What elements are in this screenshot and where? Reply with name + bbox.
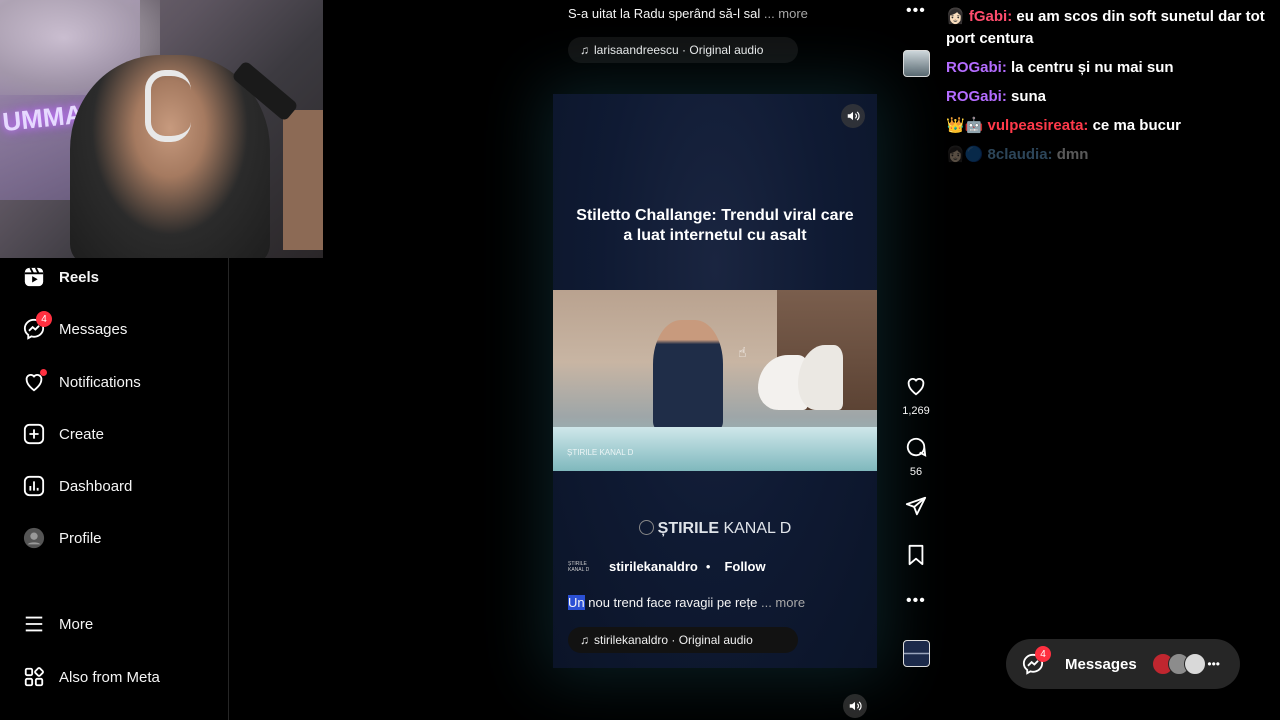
chat-message: ROGabi: la centru și nu mai sun	[946, 57, 1280, 79]
sidebar-item-label: Also from Meta	[59, 668, 160, 686]
speaker-icon[interactable]	[841, 104, 865, 128]
sidebar-item-also-from-meta[interactable]: Also from Meta	[22, 664, 160, 690]
chat-text: ce ma bucur	[1092, 117, 1181, 134]
send-icon[interactable]	[905, 495, 927, 522]
chat-text: suna	[1011, 88, 1047, 105]
music-note-icon: ♫	[580, 633, 589, 647]
sidebar-item-notifications[interactable]: Notifications	[22, 369, 141, 395]
speaker-icon[interactable]	[843, 694, 867, 718]
heart-icon	[22, 369, 47, 394]
comment-icon[interactable]	[905, 436, 927, 463]
reel-scene: ȘTIRILE KANAL D	[553, 290, 877, 471]
stream-chat: 👩🏻 fGabi: eu am scos din soft sunetul da…	[946, 6, 1280, 173]
music-note-icon: ♫	[580, 43, 589, 57]
chat-username: ROGabi:	[946, 59, 1007, 76]
sidebar-item-label: Profile	[59, 529, 102, 547]
reel-caption: Un nou trend face ravagii pe rețe ... mo…	[568, 595, 806, 610]
more-link[interactable]: ... more	[761, 595, 805, 610]
recent-contacts	[1152, 653, 1206, 675]
contact-avatar	[1184, 653, 1206, 675]
sidebar-item-messages[interactable]: 4 Messages	[22, 311, 128, 342]
channel-logo: ȘTIRILE KANAL D	[553, 520, 877, 538]
messenger-icon: 4	[1021, 646, 1051, 676]
messages-badge: 4	[36, 311, 52, 327]
like-action[interactable]: 1,269	[900, 375, 932, 417]
messages-label: Messages	[1065, 655, 1137, 673]
chat-username: fGabi:	[968, 8, 1013, 25]
follow-button[interactable]: Follow	[718, 556, 771, 577]
more-link[interactable]: ... more	[764, 6, 808, 21]
reels-icon	[22, 265, 46, 289]
sidebar-item-label: Create	[59, 425, 105, 443]
share-action[interactable]	[900, 495, 932, 522]
sidebar-item-label: Dashboard	[59, 477, 133, 495]
reel-account: ȘTIRILE KANAL D stirilekanaldro • Follow	[568, 556, 772, 577]
sidebar-item-more[interactable]: More	[22, 611, 93, 637]
options-icon[interactable]: •••	[906, 592, 926, 610]
previous-post-caption: S-a uitat la Radu sperând să-l sal ... m…	[568, 6, 808, 21]
sidebar-item-label: Messages	[59, 320, 128, 338]
channel-bug: ȘTIRILE KANAL D	[567, 448, 634, 457]
mouse-cursor-icon: ☝	[738, 344, 747, 360]
like-count: 1,269	[902, 405, 930, 417]
chart-icon	[22, 474, 46, 498]
news-anchor	[653, 320, 723, 430]
chat-username: ROGabi:	[946, 88, 1007, 105]
messages-bar[interactable]: 4 Messages •••	[1006, 639, 1240, 689]
comment-count: 56	[909, 466, 923, 478]
reel-headline: Stiletto Challange: Trendul viral care a…	[576, 207, 854, 244]
previous-post-options-icon[interactable]: •••	[906, 2, 926, 20]
chat-text: dmn	[1056, 146, 1089, 163]
sidebar-item-reels[interactable]: Reels	[22, 264, 99, 290]
chat-badges: 👑🤖	[946, 117, 984, 134]
streamer-webcam: UMMAN X KICK	[0, 0, 323, 258]
meta-apps-icon	[22, 665, 46, 689]
heart-icon[interactable]	[905, 375, 927, 402]
notification-dot	[40, 369, 47, 376]
previous-audio-thumbnail[interactable]	[903, 50, 930, 77]
chat-message: 👑🤖 vulpeasireata: ce ma bucur	[946, 115, 1280, 137]
sidebar-item-profile[interactable]: Profile	[22, 525, 102, 551]
hamburger-icon	[22, 612, 46, 636]
bookmark-icon[interactable]	[905, 544, 927, 571]
chat-badges: 👩🏻	[946, 8, 965, 25]
sidebar-item-label: Reels	[59, 268, 100, 286]
previous-audio-pill[interactable]: ♫ larisaandreescu · Original audio	[568, 37, 798, 63]
chat-message: 👩🏻 fGabi: eu am scos din soft sunetul da…	[946, 6, 1280, 50]
chat-text: la centru și nu mai sun	[1011, 59, 1174, 76]
chat-badges: 👩🏻🔵	[946, 146, 984, 163]
reel-audio-pill[interactable]: ♫ stirilekanaldro · Original audio	[568, 627, 798, 653]
ellipsis-icon: •••	[1207, 657, 1220, 671]
audio-thumbnail[interactable]	[903, 640, 930, 667]
chat-username: 8claudia:	[987, 146, 1053, 163]
sidebar-item-create[interactable]: Create	[22, 421, 104, 447]
comment-action[interactable]: 56	[900, 436, 932, 478]
chat-message: 👩🏻🔵 8claudia: dmn	[946, 144, 1280, 166]
save-action[interactable]	[900, 544, 932, 571]
profile-avatar	[22, 526, 46, 550]
sidebar-item-label: Notifications	[59, 373, 141, 391]
sidebar-item-label: More	[59, 615, 94, 633]
reel-video[interactable]: Stiletto Challange: Trendul viral care a…	[553, 94, 877, 668]
sidebar-item-dashboard[interactable]: Dashboard	[22, 473, 132, 499]
messages-badge: 4	[1035, 646, 1051, 662]
account-avatar[interactable]: ȘTIRILE KANAL D	[568, 560, 598, 574]
messenger-icon: 4	[22, 311, 52, 341]
chat-message: ROGabi: suna	[946, 86, 1280, 108]
chat-username: vulpeasireata:	[987, 117, 1089, 134]
account-username[interactable]: stirilekanaldro	[609, 559, 698, 574]
plus-square-icon	[22, 422, 46, 446]
sidebar-nav: Reels 4 Messages Notifications Create Da…	[0, 258, 229, 720]
